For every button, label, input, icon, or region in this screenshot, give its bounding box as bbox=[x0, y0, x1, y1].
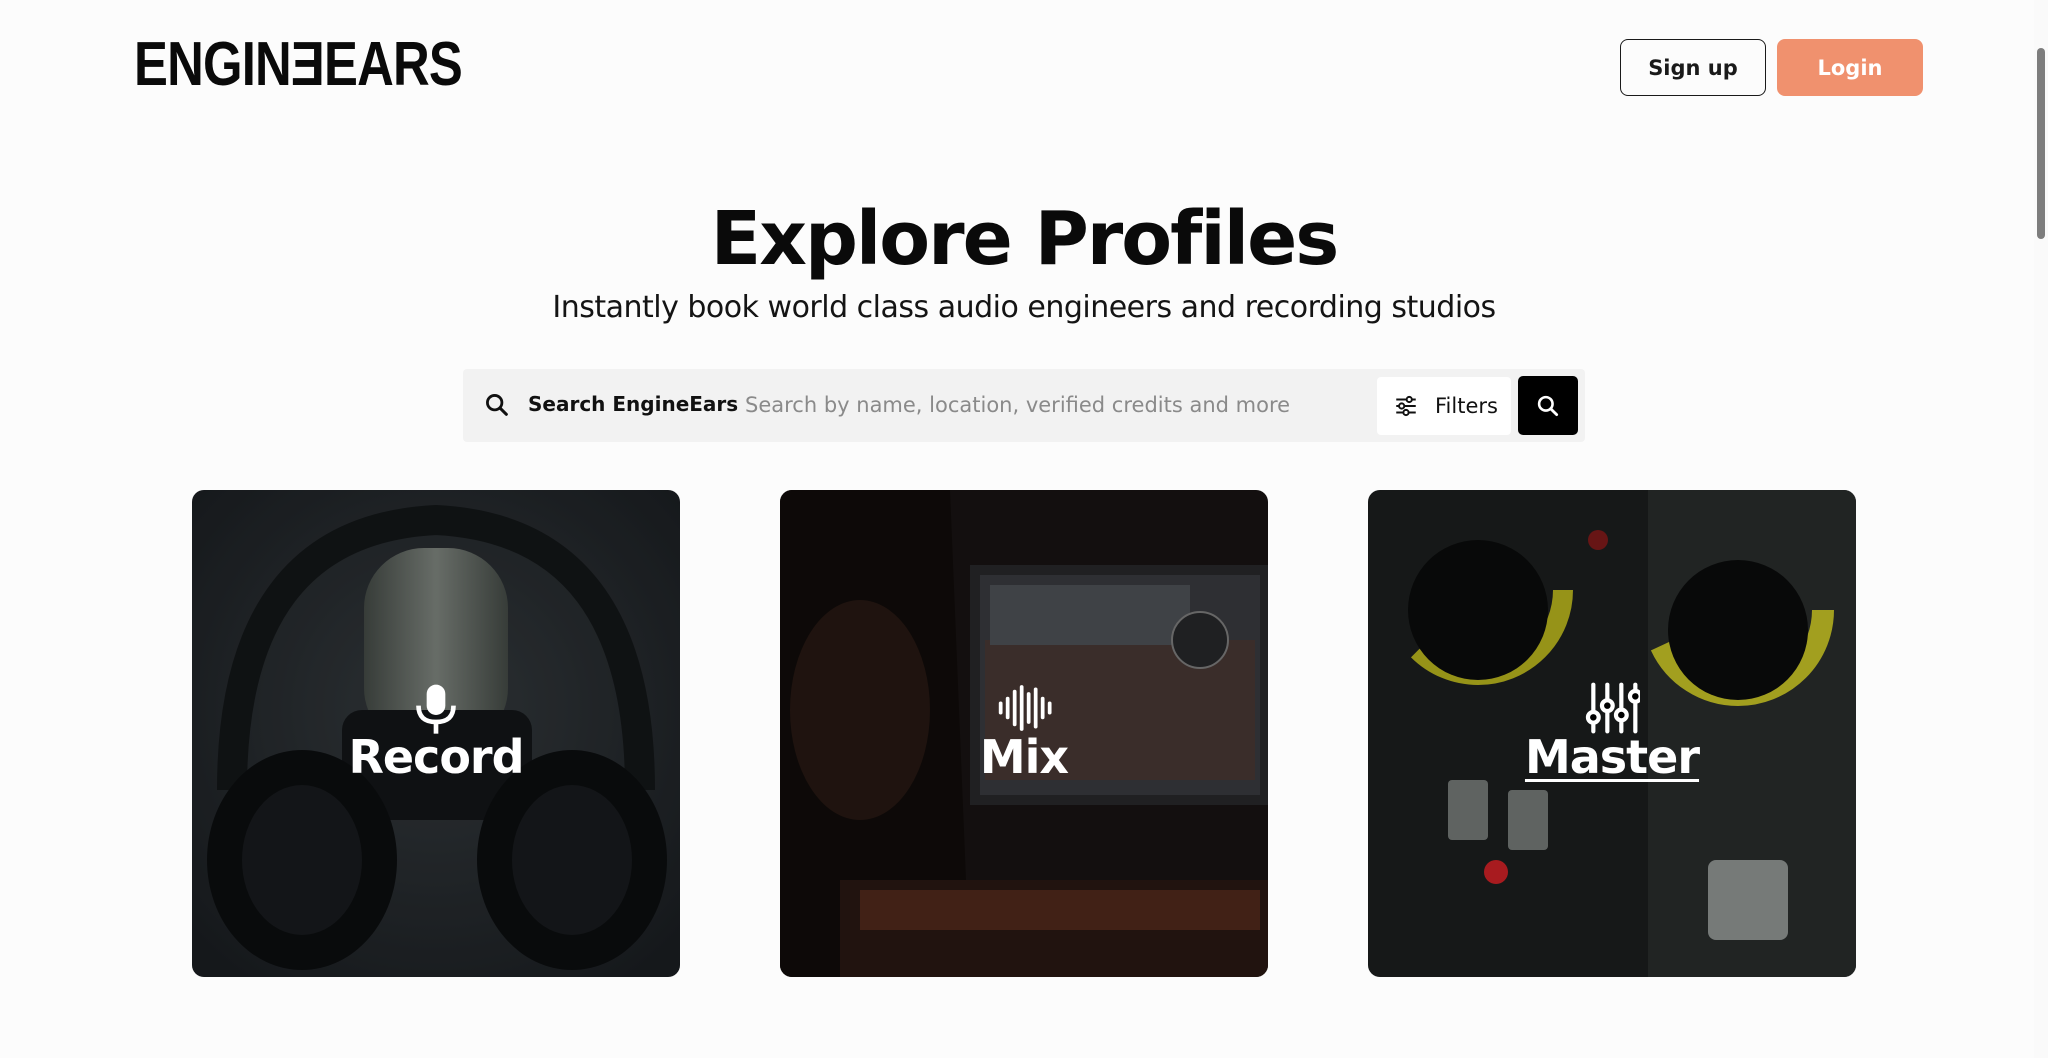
login-button[interactable]: Login bbox=[1777, 39, 1923, 96]
search-input[interactable] bbox=[745, 383, 1315, 427]
faders-icon bbox=[1585, 682, 1640, 734]
record-card-label: Record bbox=[348, 730, 524, 784]
search-label: Search EngineEars bbox=[528, 392, 739, 416]
search-icon bbox=[486, 394, 508, 416]
mix-card[interactable]: Mix bbox=[780, 490, 1268, 977]
sliders-icon bbox=[1396, 395, 1416, 417]
microphone-icon bbox=[416, 684, 456, 734]
page-subtitle: Instantly book world class audio enginee… bbox=[552, 290, 1496, 325]
sign-up-button[interactable]: Sign up bbox=[1620, 39, 1766, 96]
search-submit-button[interactable] bbox=[1518, 376, 1578, 435]
search-bar: Search EngineEars Filters bbox=[463, 369, 1585, 442]
master-card[interactable]: Master bbox=[1368, 490, 1856, 977]
filters-label: Filters bbox=[1435, 394, 1498, 418]
master-card-label: Master bbox=[1524, 730, 1700, 784]
scrollbar-thumb[interactable] bbox=[2037, 48, 2045, 239]
logo[interactable]: ENGINƎEARS bbox=[134, 34, 463, 96]
record-card[interactable]: Record bbox=[192, 490, 680, 977]
page-scrollbar[interactable] bbox=[2034, 0, 2048, 1058]
search-icon bbox=[1537, 395, 1559, 416]
filters-button[interactable]: Filters bbox=[1377, 377, 1511, 435]
page-title: Explore Profiles bbox=[710, 196, 1340, 282]
mix-card-label: Mix bbox=[979, 730, 1069, 784]
waveform-icon bbox=[998, 685, 1052, 731]
